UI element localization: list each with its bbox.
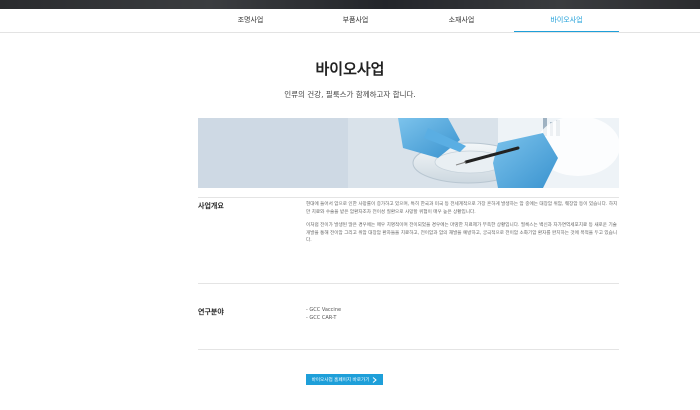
header-banner-strip [0, 0, 700, 9]
hero-image [198, 118, 619, 188]
section-divider [198, 349, 619, 350]
chevron-right-icon [373, 376, 378, 383]
section-label-research: 연구분야 [198, 308, 224, 316]
page-subtitle: 인류의 건강, 필룩스가 함께하고자 합니다. [284, 90, 416, 99]
section-divider [198, 283, 619, 284]
bio-homepage-button[interactable]: 바이오사업 홈페이지 바로가기 [306, 374, 383, 385]
list-item: - GCC CAR-T [306, 315, 337, 321]
overview-paragraph: 이처럼 전이가 발생된 많은 경우에는 매우 치명적이며 전이되었을 경우에는 … [306, 223, 618, 244]
page-title: 바이오사업 [315, 60, 385, 78]
section-divider [198, 197, 619, 198]
section-label-overview: 사업개요 [198, 202, 224, 210]
bio-homepage-button-label: 바이오사업 홈페이지 바로가기 [311, 377, 370, 383]
nav-item-components[interactable]: 부품사업 [303, 9, 408, 31]
nav-item-lighting[interactable]: 조명사업 [198, 9, 303, 31]
section-body-overview: 현대에 들어서 암으로 인한 사망률이 증가하고 있으며, 특히 한국과 미국 … [306, 201, 619, 251]
nav-item-materials[interactable]: 소재사업 [409, 9, 514, 31]
list-item: - GCC Vaccine [306, 307, 342, 313]
nav-item-bio[interactable]: 바이오사업 [514, 9, 619, 32]
section-body-research: - GCC Vaccine - GCC CAR-T [306, 306, 619, 322]
overview-paragraph: 현대에 들어서 암으로 인한 사망률이 증가하고 있으며, 특히 한국과 미국 … [306, 202, 618, 215]
lab-gloves-pipette-photo [198, 118, 619, 188]
business-nav: 조명사업 부품사업 소재사업 바이오사업 [0, 9, 700, 33]
